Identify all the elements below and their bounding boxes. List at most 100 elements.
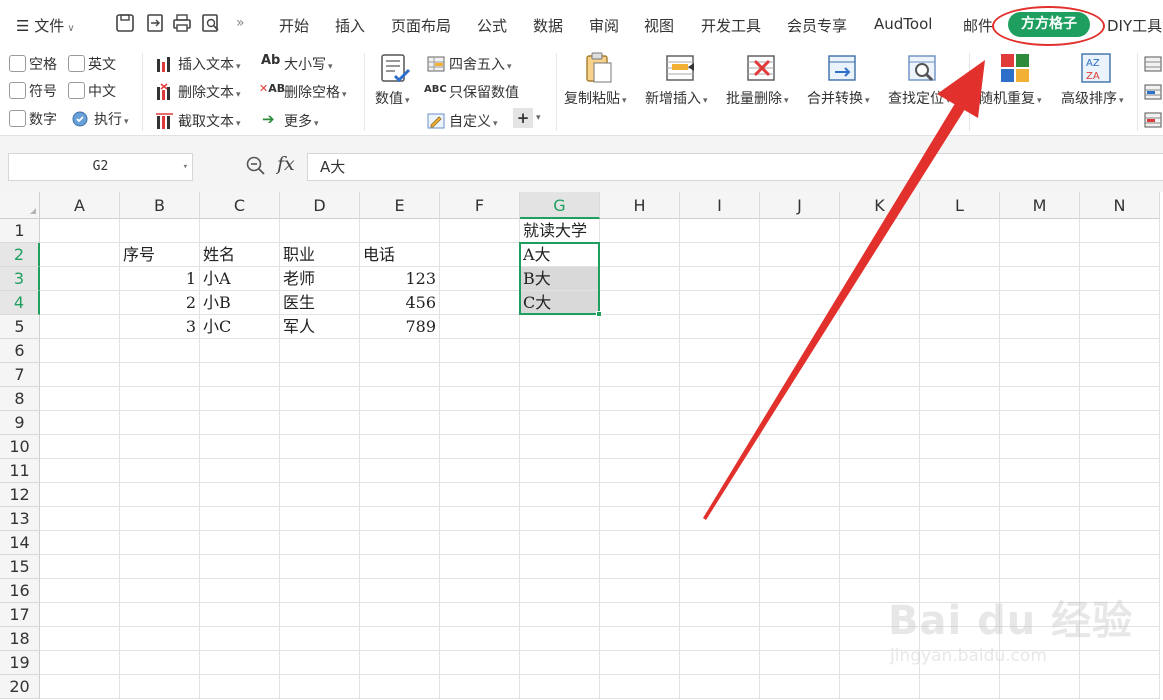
cell-m18[interactable] bbox=[1000, 627, 1080, 651]
cell-j9[interactable] bbox=[760, 411, 840, 435]
cell-i20[interactable] bbox=[680, 675, 760, 699]
cell-f9[interactable] bbox=[440, 411, 520, 435]
cell-f12[interactable] bbox=[440, 483, 520, 507]
cell-f7[interactable] bbox=[440, 363, 520, 387]
cell-a18[interactable] bbox=[40, 627, 120, 651]
cell-i10[interactable] bbox=[680, 435, 760, 459]
cell-b5[interactable]: 3 bbox=[120, 315, 200, 339]
fx-icon[interactable]: fx bbox=[277, 153, 295, 175]
cell-k1[interactable] bbox=[840, 219, 920, 243]
cell-h7[interactable] bbox=[600, 363, 680, 387]
cell-e18[interactable] bbox=[360, 627, 440, 651]
cell-b15[interactable] bbox=[120, 555, 200, 579]
cell-a10[interactable] bbox=[40, 435, 120, 459]
cell-n6[interactable] bbox=[1080, 339, 1160, 363]
cell-a7[interactable] bbox=[40, 363, 120, 387]
cell-d9[interactable] bbox=[280, 411, 360, 435]
row-header-14[interactable]: 14 bbox=[0, 531, 40, 555]
checkbox-space[interactable] bbox=[9, 55, 26, 72]
cell-l12[interactable] bbox=[920, 483, 1000, 507]
cell-k17[interactable] bbox=[840, 603, 920, 627]
cell-j11[interactable] bbox=[760, 459, 840, 483]
cell-d5[interactable]: 军人 bbox=[280, 315, 360, 339]
remove-space-button[interactable]: 删除空格 ▾ bbox=[284, 82, 347, 102]
cell-g12[interactable] bbox=[520, 483, 600, 507]
cell-h9[interactable] bbox=[600, 411, 680, 435]
delete-text-button[interactable]: 删除文本 ▾ bbox=[178, 82, 241, 102]
cell-b6[interactable] bbox=[120, 339, 200, 363]
row-header-19[interactable]: 19 bbox=[0, 651, 40, 675]
cell-d10[interactable] bbox=[280, 435, 360, 459]
name-box-dropdown-icon[interactable]: ▾ bbox=[183, 154, 188, 180]
cell-d7[interactable] bbox=[280, 363, 360, 387]
cell-l11[interactable] bbox=[920, 459, 1000, 483]
cell-l18[interactable] bbox=[920, 627, 1000, 651]
cell-e8[interactable] bbox=[360, 387, 440, 411]
row-header-20[interactable]: 20 bbox=[0, 675, 40, 699]
cell-k2[interactable] bbox=[840, 243, 920, 267]
cell-c11[interactable] bbox=[200, 459, 280, 483]
row-header-15[interactable]: 15 bbox=[0, 555, 40, 579]
cell-e16[interactable] bbox=[360, 579, 440, 603]
cell-b1[interactable] bbox=[120, 219, 200, 243]
cell-e12[interactable] bbox=[360, 483, 440, 507]
cell-h2[interactable] bbox=[600, 243, 680, 267]
cell-g17[interactable] bbox=[520, 603, 600, 627]
cell-e13[interactable] bbox=[360, 507, 440, 531]
cell-a13[interactable] bbox=[40, 507, 120, 531]
cell-b13[interactable] bbox=[120, 507, 200, 531]
cell-j18[interactable] bbox=[760, 627, 840, 651]
cell-j19[interactable] bbox=[760, 651, 840, 675]
checkbox-number[interactable] bbox=[9, 110, 26, 127]
cell-g5[interactable] bbox=[520, 315, 600, 339]
cell-d18[interactable] bbox=[280, 627, 360, 651]
tab-formulas[interactable]: 公式 bbox=[477, 15, 507, 36]
insert-text-button[interactable]: 插入文本 ▾ bbox=[178, 54, 241, 74]
cell-i17[interactable] bbox=[680, 603, 760, 627]
cell-l16[interactable] bbox=[920, 579, 1000, 603]
cell-c19[interactable] bbox=[200, 651, 280, 675]
cell-k14[interactable] bbox=[840, 531, 920, 555]
row-header-12[interactable]: 12 bbox=[0, 483, 40, 507]
tab-audtool[interactable]: AudTool bbox=[874, 15, 932, 33]
cell-m15[interactable] bbox=[1000, 555, 1080, 579]
cell-c13[interactable] bbox=[200, 507, 280, 531]
cell-c5[interactable]: 小C bbox=[200, 315, 280, 339]
cell-c1[interactable] bbox=[200, 219, 280, 243]
cell-m9[interactable] bbox=[1000, 411, 1080, 435]
execute-icon[interactable] bbox=[70, 109, 90, 129]
cell-d15[interactable] bbox=[280, 555, 360, 579]
cell-d1[interactable] bbox=[280, 219, 360, 243]
cell-c3[interactable]: 小A bbox=[200, 267, 280, 291]
merge-convert-button[interactable]: 合并转换 ▾ bbox=[807, 88, 870, 108]
cell-n15[interactable] bbox=[1080, 555, 1160, 579]
print-icon[interactable] bbox=[171, 12, 193, 34]
cell-j17[interactable] bbox=[760, 603, 840, 627]
cell-n19[interactable] bbox=[1080, 651, 1160, 675]
column-header-l[interactable]: L bbox=[920, 192, 1000, 219]
cell-g7[interactable] bbox=[520, 363, 600, 387]
cell-l15[interactable] bbox=[920, 555, 1000, 579]
row-header-4[interactable]: 4 bbox=[0, 291, 40, 315]
cell-h1[interactable] bbox=[600, 219, 680, 243]
cell-e4[interactable]: 456 bbox=[360, 291, 440, 315]
cell-f10[interactable] bbox=[440, 435, 520, 459]
keep-values-button[interactable]: 只保留数值 bbox=[449, 82, 519, 102]
cell-a9[interactable] bbox=[40, 411, 120, 435]
cell-k8[interactable] bbox=[840, 387, 920, 411]
cell-d17[interactable] bbox=[280, 603, 360, 627]
cell-d3[interactable]: 老师 bbox=[280, 267, 360, 291]
cell-n14[interactable] bbox=[1080, 531, 1160, 555]
execute-button[interactable]: 执行 ▾ bbox=[94, 109, 129, 129]
cell-f5[interactable] bbox=[440, 315, 520, 339]
cell-m12[interactable] bbox=[1000, 483, 1080, 507]
cell-m1[interactable] bbox=[1000, 219, 1080, 243]
row-header-13[interactable]: 13 bbox=[0, 507, 40, 531]
cell-b17[interactable] bbox=[120, 603, 200, 627]
cell-f3[interactable] bbox=[440, 267, 520, 291]
column-header-g[interactable]: G bbox=[520, 192, 600, 219]
cell-h20[interactable] bbox=[600, 675, 680, 699]
cell-i16[interactable] bbox=[680, 579, 760, 603]
cell-g4[interactable]: C大 bbox=[520, 291, 600, 315]
cell-b8[interactable] bbox=[120, 387, 200, 411]
